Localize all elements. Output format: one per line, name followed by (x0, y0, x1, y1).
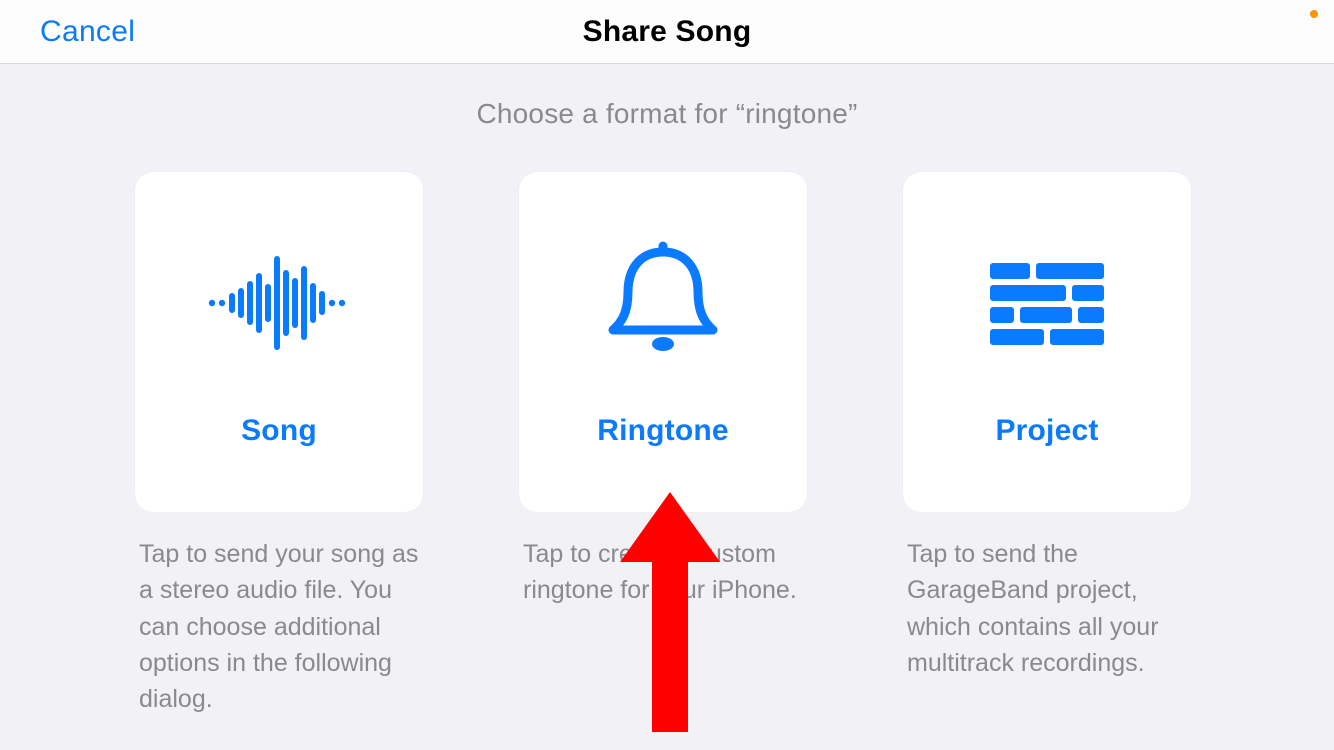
microphone-status-dot (1310, 10, 1318, 18)
song-card-label: Song (241, 414, 317, 448)
project-card[interactable]: Project (903, 172, 1191, 512)
page-title: Share Song (583, 15, 752, 49)
song-card[interactable]: Song (135, 172, 423, 512)
format-prompt: Choose a format for “ringtone” (48, 98, 1286, 130)
navigation-bar: Cancel Share Song (0, 0, 1334, 64)
waveform-icon (135, 172, 423, 392)
project-card-label: Project (995, 414, 1098, 448)
bell-icon (519, 172, 807, 392)
bricks-icon (903, 172, 1191, 392)
content-area: Choose a format for “ringtone” (0, 64, 1334, 717)
format-options-grid: Song Tap to send your song as a stereo a… (48, 172, 1286, 717)
ringtone-card-label: Ringtone (597, 414, 729, 448)
format-option-song: Song Tap to send your song as a stereo a… (135, 172, 431, 717)
ringtone-card[interactable]: Ringtone (519, 172, 807, 512)
format-option-project: Project Tap to send the GarageBand proje… (903, 172, 1199, 717)
cancel-button[interactable]: Cancel (40, 15, 135, 49)
project-description: Tap to send the GarageBand project, whic… (903, 536, 1199, 681)
format-option-ringtone: Ringtone Tap to create a custom ringtone… (519, 172, 815, 717)
song-description: Tap to send your song as a stereo audio … (135, 536, 431, 717)
ringtone-description: Tap to create a custom ringtone for your… (519, 536, 815, 609)
